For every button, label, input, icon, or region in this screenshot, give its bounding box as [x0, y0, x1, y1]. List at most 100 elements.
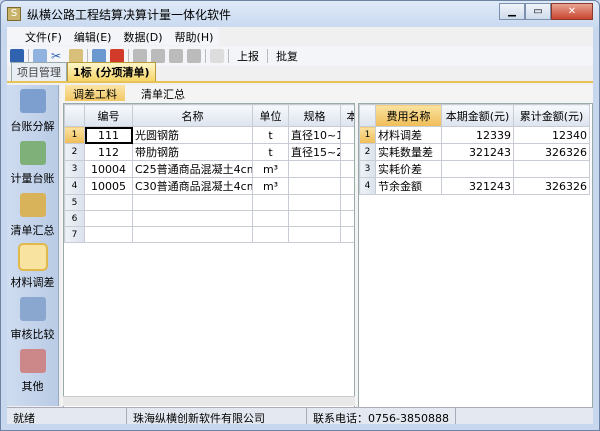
subtab-list-summary[interactable]: 清单汇总: [133, 85, 193, 101]
close-button[interactable]: ✕: [551, 3, 593, 20]
table-cell[interactable]: 112: [84, 143, 133, 161]
sidebar-item-measure-ledger[interactable]: 计量台账: [7, 137, 58, 189]
table-cell[interactable]: [340, 126, 354, 144]
maximize-button[interactable]: ▭: [525, 3, 551, 20]
table-cell[interactable]: 直径15~24: [288, 143, 341, 161]
table-cell[interactable]: [288, 210, 341, 227]
menu-edit[interactable]: 编辑(E): [68, 27, 118, 45]
table-cell[interactable]: [288, 226, 341, 243]
table-cell[interactable]: m³: [252, 177, 289, 195]
row-header[interactable]: 3: [359, 160, 376, 178]
table-cell[interactable]: [513, 160, 590, 178]
move-right-icon[interactable]: [187, 49, 201, 63]
row-header[interactable]: 1: [359, 126, 376, 144]
col-header[interactable]: 本期: [340, 104, 354, 127]
table-cell[interactable]: 10005: [84, 177, 133, 195]
table-cell[interactable]: 带肋钢筋: [132, 143, 253, 161]
move-left-icon[interactable]: [169, 49, 183, 63]
col-header[interactable]: 规格: [288, 104, 341, 127]
table-row[interactable]: 1 材料调差 12339 12340: [359, 126, 590, 144]
table-cell[interactable]: 材料调差: [375, 126, 442, 144]
move-up-icon[interactable]: [133, 49, 147, 63]
table-cell[interactable]: [132, 226, 253, 243]
table-cell[interactable]: t: [252, 126, 289, 144]
horizontal-scrollbar[interactable]: [63, 396, 355, 406]
row-header[interactable]: 1: [64, 126, 85, 144]
col-header[interactable]: 累计金额(元): [513, 104, 590, 127]
report-button[interactable]: 上报: [233, 48, 263, 64]
col-header[interactable]: 编号: [84, 104, 133, 127]
table-cell[interactable]: [441, 160, 514, 178]
menu-data[interactable]: 数据(D): [117, 27, 168, 45]
table-cell[interactable]: C30普通商品混凝土4cm碎石: [132, 177, 253, 195]
row-header[interactable]: 2: [64, 143, 85, 161]
table-row[interactable]: 4 节余金额 321243 326326: [359, 177, 590, 195]
table-cell[interactable]: [340, 160, 354, 178]
table-cell[interactable]: 12340: [513, 126, 590, 144]
table-cell[interactable]: C25普通商品混凝土4cm碎石: [132, 160, 253, 178]
table-cell[interactable]: 12339: [441, 126, 514, 144]
cut-icon[interactable]: ✂: [51, 49, 65, 63]
table-cell[interactable]: [288, 177, 341, 195]
table-cell[interactable]: 实耗价差: [375, 160, 442, 178]
table-cell[interactable]: [288, 194, 341, 211]
row-header[interactable]: 2: [359, 143, 376, 161]
sidebar-item-audit-compare[interactable]: 审核比较: [7, 293, 58, 345]
table-cell[interactable]: [132, 210, 253, 227]
table-cell[interactable]: [132, 194, 253, 211]
row-header[interactable]: 3: [64, 160, 85, 178]
table-cell[interactable]: [288, 160, 341, 178]
paste-icon[interactable]: [69, 49, 83, 63]
approve-button[interactable]: 批复: [272, 48, 302, 64]
table-cell[interactable]: 321243: [441, 177, 514, 195]
sidebar-item-ledger-breakdown[interactable]: 台账分解: [7, 85, 58, 137]
table-cell[interactable]: m³: [252, 160, 289, 178]
table-cell[interactable]: [340, 194, 354, 211]
sidebar-item-list-summary[interactable]: 清单汇总: [7, 189, 58, 241]
table-cell[interactable]: [340, 177, 354, 195]
table-cell[interactable]: 光圆钢筋: [132, 126, 253, 144]
table-cell[interactable]: [252, 210, 289, 227]
document-icon[interactable]: [210, 49, 224, 63]
save-icon[interactable]: [10, 49, 24, 63]
row-header[interactable]: 5: [64, 194, 85, 211]
row-header[interactable]: 7: [64, 226, 85, 243]
table-row[interactable]: 7: [64, 226, 354, 243]
table-cell[interactable]: [84, 210, 133, 227]
table-row[interactable]: 3 实耗价差: [359, 160, 590, 178]
row-header[interactable]: 6: [64, 210, 85, 227]
table-cell[interactable]: 10004: [84, 160, 133, 178]
table-cell[interactable]: [84, 194, 133, 211]
table-cell[interactable]: 节余金额: [375, 177, 442, 195]
table-cell[interactable]: [84, 226, 133, 243]
tab-project-management[interactable]: 项目管理: [11, 62, 67, 81]
subtab-adjust-materials[interactable]: 调差工料: [65, 85, 125, 101]
sidebar-item-other[interactable]: 其他: [7, 345, 58, 397]
table-cell[interactable]: 直径10~14: [288, 126, 341, 144]
tab-section-1[interactable]: 1标 (分项清单): [67, 62, 156, 81]
table-cell[interactable]: [340, 226, 354, 243]
copy-icon[interactable]: [33, 49, 47, 63]
menu-help[interactable]: 帮助(H): [169, 27, 220, 45]
menu-file[interactable]: 文件(F): [19, 27, 68, 45]
row-header[interactable]: 4: [64, 177, 85, 195]
minimize-button[interactable]: ▁: [499, 3, 525, 20]
table-cell[interactable]: [252, 226, 289, 243]
col-header[interactable]: 名称: [132, 104, 253, 127]
table-cell[interactable]: [340, 143, 354, 161]
sidebar-item-material-adjust[interactable]: 材料调差: [7, 241, 58, 293]
table-cell[interactable]: [340, 210, 354, 227]
col-header[interactable]: 费用名称: [375, 104, 442, 127]
table-row[interactable]: 6: [64, 210, 354, 227]
table-cell[interactable]: 326326: [513, 177, 590, 195]
table-row[interactable]: 5: [64, 194, 354, 211]
table-row[interactable]: 410005C30普通商品混凝土4cm碎石m³: [64, 177, 354, 195]
table-cell[interactable]: [252, 194, 289, 211]
row-header[interactable]: 4: [359, 177, 376, 195]
table-row[interactable]: 2112带肋钢筋t直径15~24: [64, 143, 354, 161]
table-cell[interactable]: 321243: [441, 143, 514, 161]
table-row[interactable]: 310004C25普通商品混凝土4cm碎石m³: [64, 160, 354, 178]
table-cell[interactable]: t: [252, 143, 289, 161]
delete-icon[interactable]: [110, 49, 124, 63]
move-down-icon[interactable]: [151, 49, 165, 63]
